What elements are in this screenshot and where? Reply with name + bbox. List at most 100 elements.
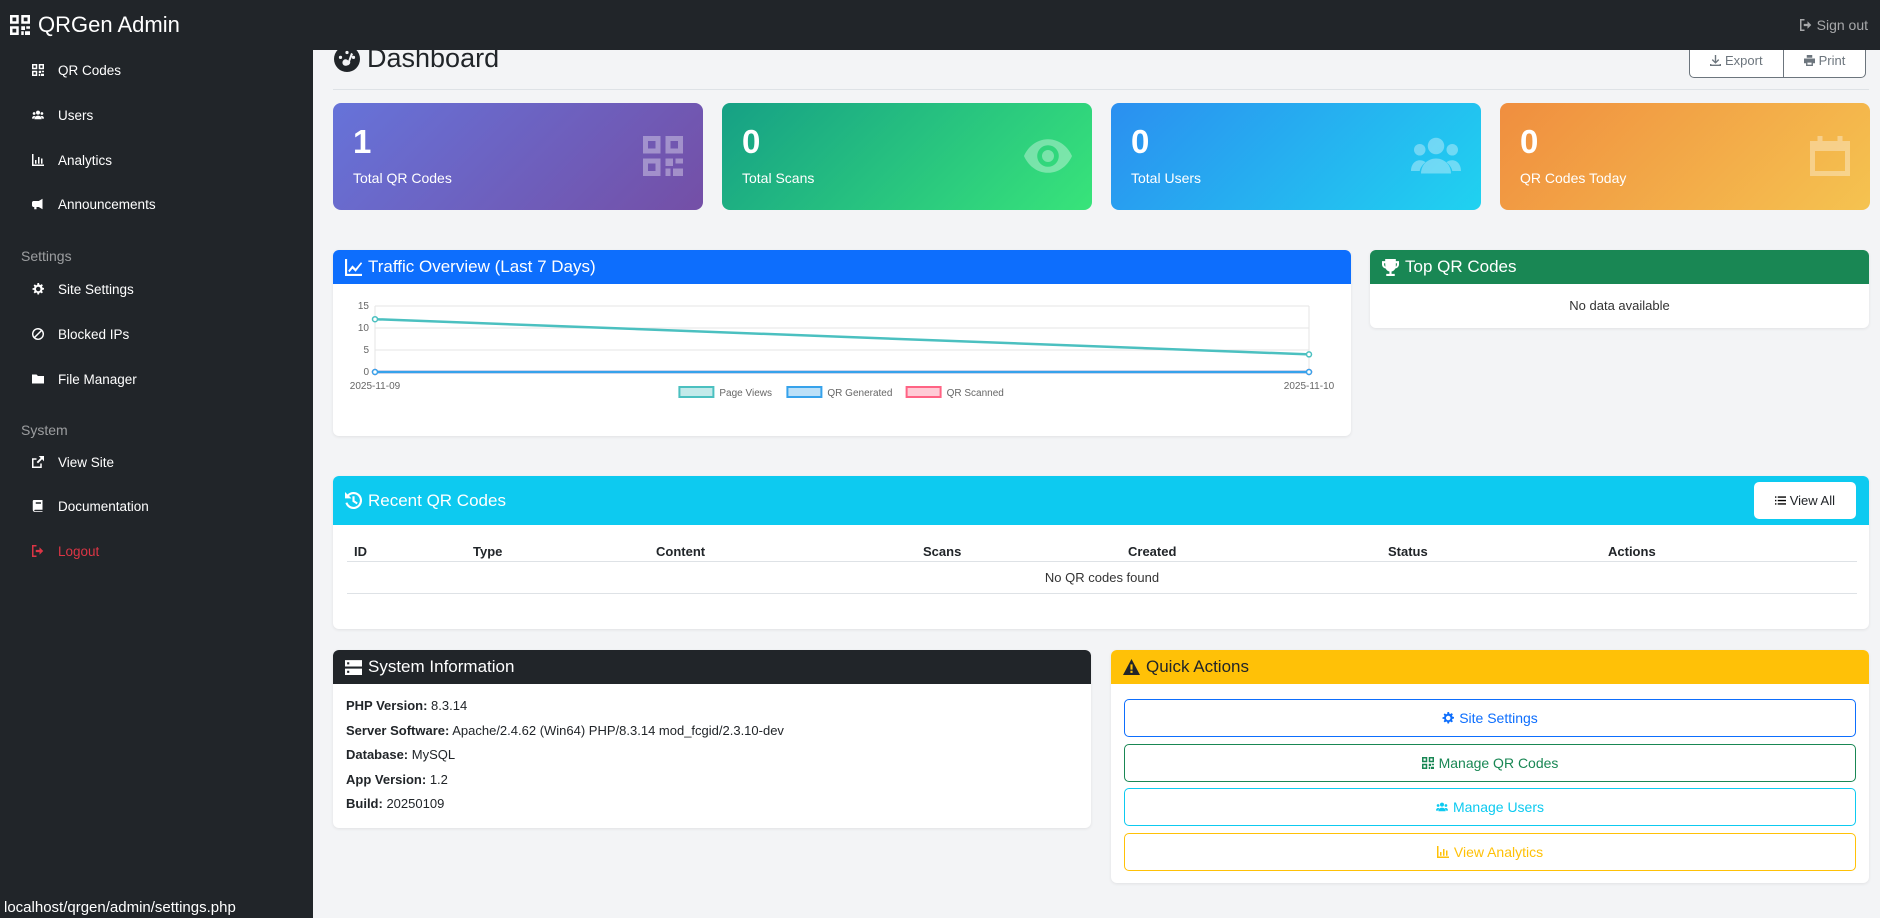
button-label: View Analytics	[1453, 844, 1544, 860]
quick-actions-header: Quick Actions	[1111, 650, 1869, 684]
server-icon	[345, 659, 362, 676]
sysinfo-key: Build:	[346, 796, 383, 811]
sidebar-item-analytics[interactable]: Analytics	[32, 148, 112, 172]
sysinfo-row-database: Database: MySQL	[346, 743, 1078, 768]
traffic-overview-card: Traffic Overview (Last 7 Days) 15 10 5 0 202…	[333, 250, 1351, 436]
top-navbar: QRGen Admin Sign out	[0, 0, 1880, 50]
sidebar-item-announcements[interactable]: Announcements	[32, 192, 156, 216]
legend-swatch	[786, 386, 823, 398]
button-label: Site Settings	[1459, 710, 1538, 726]
recent-qr-codes-card: Recent QR Codes View All ID Type Content…	[333, 476, 1869, 629]
sidebar-item-label: Site Settings	[58, 281, 134, 297]
y-tick-label: 0	[363, 367, 369, 378]
x-tick-label: 2025-11-09	[350, 381, 401, 392]
logout-icon	[32, 545, 44, 557]
status-bar-url: localhost/qrgen/admin/settings.php	[0, 896, 240, 918]
stat-card-total-qr-codes: 1 Total QR Codes	[333, 103, 703, 210]
view-analytics-button[interactable]: View Analytics	[1124, 833, 1856, 871]
sysinfo-list: PHP Version: 8.3.14 Server Software: Apa…	[333, 684, 1091, 827]
print-icon	[1804, 55, 1815, 66]
button-label: Manage QR Codes	[1438, 755, 1559, 771]
qrcode-icon	[10, 15, 30, 35]
folder-icon	[32, 373, 44, 385]
sidebar-item-users[interactable]: Users	[32, 103, 93, 127]
qrcode-icon	[643, 136, 683, 176]
sidebar-item-label: Blocked IPs	[58, 326, 130, 342]
site-settings-button[interactable]: Site Settings	[1124, 699, 1856, 737]
sysinfo-card-title: System Information	[368, 657, 515, 676]
sidebar-item-site-settings[interactable]: Site Settings	[32, 277, 134, 301]
sidebar-item-label: Announcements	[58, 196, 156, 212]
sysinfo-row-build: Build: 20250109	[346, 792, 1078, 817]
stat-label: Total QR Codes	[353, 170, 452, 186]
data-point	[371, 315, 379, 323]
line-chart-icon	[345, 259, 362, 276]
x-tick-label: 2025-11-10	[1284, 381, 1335, 392]
sidebar-item-label: View Site	[58, 454, 115, 470]
title-divider	[333, 89, 1869, 90]
legend-swatch	[678, 386, 715, 398]
table-header-row: ID Type Content Scans Created Status Act…	[347, 528, 1857, 562]
calendar-icon	[1810, 136, 1850, 176]
stat-card-total-users: 0 Total Users	[1111, 103, 1481, 210]
sysinfo-value: 20250109	[386, 796, 445, 811]
y-tick-label: 15	[358, 301, 370, 312]
legend-label: QR Scanned	[947, 388, 1004, 399]
legend-label: Page Views	[719, 388, 772, 399]
y-tick-label: 5	[363, 345, 369, 356]
view-all-label: View All	[1789, 493, 1835, 508]
sysinfo-card-header: System Information	[333, 650, 1091, 684]
traffic-card-title: Traffic Overview (Last 7 Days)	[368, 257, 596, 276]
manage-users-button[interactable]: Manage Users	[1124, 788, 1856, 826]
sysinfo-value: MySQL	[411, 747, 456, 762]
brand-name: QRGen Admin	[38, 12, 180, 37]
recent-card-title: Recent QR Codes	[368, 490, 506, 510]
ban-icon	[32, 328, 44, 340]
series-line	[374, 317, 1310, 356]
list-icon	[1775, 495, 1786, 506]
top-qr-card-title: Top QR Codes	[1405, 257, 1517, 276]
export-label: Export	[1725, 52, 1763, 68]
data-point	[1305, 351, 1313, 358]
stat-label: QR Codes Today	[1520, 170, 1627, 186]
column-header-created: Created	[1128, 544, 1177, 559]
stat-card-qr-codes-today: 0 QR Codes Today	[1500, 103, 1870, 210]
qrcode-icon	[1422, 757, 1434, 769]
sidebar-item-view-site[interactable]: View Site	[32, 450, 114, 474]
top-qr-card-header: Top QR Codes	[1370, 250, 1869, 284]
column-header-id: ID	[354, 544, 367, 559]
sysinfo-key: App Version:	[346, 771, 427, 787]
signout-link[interactable]: Sign out	[1800, 17, 1868, 33]
sysinfo-value: Apache/2.4.62 (Win64) PHP/8.3.14 mod_fcg…	[452, 722, 784, 738]
sidebar-item-logout[interactable]: Logout	[32, 539, 99, 563]
stat-label: Total Scans	[742, 170, 815, 186]
manage-qr-codes-button[interactable]: Manage QR Codes	[1124, 744, 1856, 782]
users-icon	[1436, 801, 1448, 813]
view-all-button[interactable]: View All	[1753, 482, 1856, 519]
sidebar: QR Codes Users Analytics Announcements S…	[0, 50, 313, 918]
sysinfo-key: PHP Version:	[346, 698, 428, 713]
sidebar-heading-settings: Settings	[21, 248, 72, 264]
sysinfo-value: 1.2	[429, 771, 448, 787]
traffic-line-chart: 15 10 5 0 2025-11-09 2025-11-10 Page Views QR G…	[350, 301, 1335, 399]
users-icon	[1411, 136, 1461, 176]
sidebar-item-file-manager[interactable]: File Manager	[32, 367, 137, 391]
gear-icon	[32, 283, 44, 295]
download-icon	[1710, 55, 1721, 66]
sidebar-item-qr-codes[interactable]: QR Codes	[32, 58, 121, 82]
print-label: Print	[1818, 52, 1846, 68]
traffic-card-header: Traffic Overview (Last 7 Days)	[333, 250, 1351, 284]
sysinfo-row-server: Server Software: Apache/2.4.62 (Win64) P…	[346, 719, 1078, 744]
signout-label: Sign out	[1816, 17, 1868, 33]
users-icon	[32, 109, 44, 121]
book-icon	[32, 500, 44, 512]
brand[interactable]: QRGen Admin	[10, 12, 180, 38]
sidebar-item-blocked-ips[interactable]: Blocked IPs	[32, 322, 129, 346]
sidebar-item-label: Documentation	[58, 498, 149, 514]
trophy-icon	[1382, 259, 1399, 276]
sidebar-item-documentation[interactable]: Documentation	[32, 494, 149, 518]
data-point	[371, 368, 379, 376]
chart-icon	[1437, 846, 1449, 858]
column-header-actions: Actions	[1608, 544, 1656, 559]
history-icon	[345, 492, 362, 509]
